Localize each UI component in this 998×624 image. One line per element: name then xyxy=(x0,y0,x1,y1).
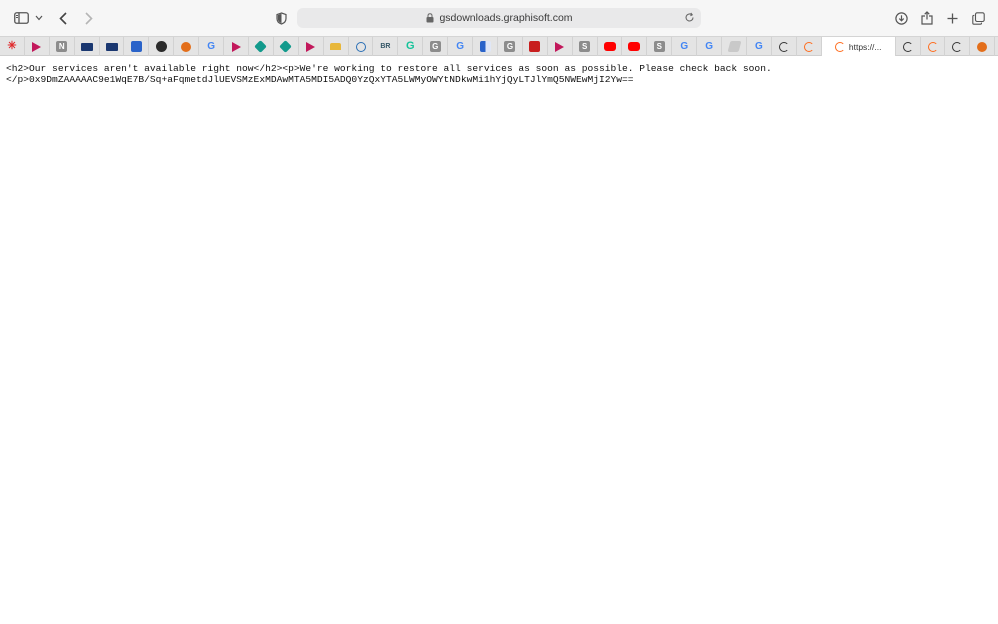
browser-tab[interactable] xyxy=(249,37,274,56)
browser-tab[interactable] xyxy=(946,37,971,56)
tab-favicon-icon: G xyxy=(456,40,465,52)
browser-tab[interactable] xyxy=(274,37,299,56)
tab-favicon-icon xyxy=(778,41,789,52)
tab-favicon-icon xyxy=(727,41,742,52)
tab-favicon-icon: G xyxy=(406,40,415,52)
download-icon[interactable] xyxy=(894,8,908,28)
browser-tab[interactable] xyxy=(149,37,175,56)
tab-favicon-icon xyxy=(952,41,963,52)
active-tab-label: https://... xyxy=(848,41,882,52)
browser-tab[interactable] xyxy=(623,37,648,56)
browser-tab[interactable] xyxy=(125,37,150,56)
browser-tab[interactable]: S xyxy=(647,37,673,56)
tab-favicon-icon: G xyxy=(680,40,689,52)
browser-tab[interactable] xyxy=(349,37,374,56)
tab-favicon-icon: N xyxy=(56,41,68,52)
address-bar[interactable]: gsdownloads.graphisoft.com xyxy=(297,8,701,28)
back-button[interactable] xyxy=(56,8,70,28)
browser-tab[interactable] xyxy=(473,37,498,56)
privacy-shield-icon[interactable] xyxy=(274,8,288,28)
tab-favicon-icon xyxy=(355,41,366,52)
tab-favicon-icon: ✳ xyxy=(7,40,17,52)
browser-tab[interactable] xyxy=(548,37,573,56)
tab-favicon-icon xyxy=(803,41,814,52)
tab-favicon-icon xyxy=(628,42,641,51)
chevron-down-icon[interactable] xyxy=(34,8,44,28)
tab-favicon-icon xyxy=(902,41,913,52)
sidebar-toggle-icon[interactable] xyxy=(13,8,29,28)
tab-favicon-icon: G xyxy=(429,41,441,52)
new-tab-plus-icon[interactable] xyxy=(945,8,959,28)
browser-tab[interactable] xyxy=(75,37,100,56)
tab-favicon-icon xyxy=(181,41,192,52)
browser-tab[interactable]: N xyxy=(50,37,75,56)
browser-tab[interactable]: G xyxy=(697,37,723,56)
tab-favicon-icon xyxy=(231,41,241,52)
url-text: gsdownloads.graphisoft.com xyxy=(439,12,573,24)
browser-tab[interactable] xyxy=(523,37,548,56)
browser-tab[interactable] xyxy=(772,37,797,56)
tab-favicon-icon xyxy=(330,43,342,50)
browser-tab[interactable] xyxy=(896,37,921,56)
browser-tab[interactable]: G xyxy=(199,37,225,56)
browser-tab[interactable]: S xyxy=(573,37,598,56)
chevron-left-icon xyxy=(59,11,67,25)
browser-tab[interactable] xyxy=(722,37,747,56)
tab-favicon-icon xyxy=(529,41,541,52)
page-body-text: <h2>Our services aren't available right … xyxy=(6,63,772,85)
tab-favicon-icon xyxy=(977,41,988,52)
tab-favicon-icon xyxy=(306,41,316,52)
browser-tab[interactable]: G xyxy=(398,37,424,56)
tab-favicon-icon: BR xyxy=(380,43,391,50)
tab-favicon-icon xyxy=(927,41,938,52)
tab-favicon-icon: S xyxy=(653,41,665,52)
loading-spinner-icon xyxy=(834,41,845,52)
browser-tab[interactable]: G xyxy=(423,37,449,56)
browser-tab[interactable] xyxy=(797,37,822,56)
browser-tab[interactable]: G xyxy=(498,37,523,56)
browser-tab[interactable]: ✳ xyxy=(0,37,25,56)
tab-favicon-icon xyxy=(603,42,616,51)
tab-favicon-icon xyxy=(254,40,268,53)
tab-favicon-icon: G xyxy=(504,41,516,52)
tab-favicon-icon xyxy=(32,41,42,52)
share-icon[interactable] xyxy=(920,8,934,28)
tab-favicon-icon: G xyxy=(705,40,714,52)
chevron-right-icon xyxy=(85,11,93,25)
browser-tab[interactable] xyxy=(921,37,946,56)
tab-overview-icon[interactable] xyxy=(971,8,985,28)
browser-tab[interactable]: G xyxy=(747,37,772,56)
browser-tab[interactable]: G xyxy=(448,37,474,56)
forward-button[interactable] xyxy=(82,8,96,28)
browser-tab[interactable]: G xyxy=(672,37,698,56)
reload-icon[interactable] xyxy=(684,12,695,23)
tab-favicon-icon: S xyxy=(579,41,591,52)
browser-tab[interactable] xyxy=(25,37,50,56)
tab-favicon-icon xyxy=(555,41,565,52)
browser-tab[interactable] xyxy=(324,37,349,56)
browser-tab[interactable] xyxy=(100,37,125,56)
tab-favicon-icon xyxy=(80,42,93,51)
tab-favicon-icon: G xyxy=(207,40,216,52)
lock-icon xyxy=(426,13,434,23)
tab-favicon-icon: G xyxy=(755,40,763,52)
tab-favicon-icon xyxy=(279,40,293,53)
tab-favicon-icon xyxy=(155,41,167,52)
browser-tab[interactable] xyxy=(174,37,200,56)
tab-bar: ✳ N G BR G G G G S S G G Ghttps://... xyxy=(0,36,998,56)
active-browser-tab[interactable]: https://... xyxy=(821,37,896,56)
tab-favicon-icon xyxy=(130,41,142,52)
browser-tab[interactable]: BR xyxy=(374,37,399,56)
browser-tab[interactable] xyxy=(224,37,249,56)
browser-tab[interactable] xyxy=(598,37,623,56)
browser-toolbar: gsdownloads.graphisoft.com xyxy=(0,0,998,36)
browser-tab[interactable] xyxy=(299,37,324,56)
browser-tab[interactable] xyxy=(970,37,996,56)
tab-favicon-icon xyxy=(105,42,118,51)
tab-favicon-icon xyxy=(479,41,491,52)
